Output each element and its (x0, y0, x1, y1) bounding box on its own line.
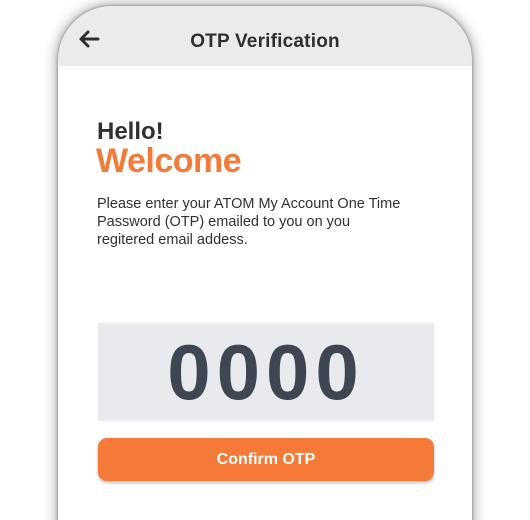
otp-value: 0000 (167, 328, 365, 416)
phone-mockup: OTP Verification Hello! Welcome Please e… (0, 0, 530, 520)
otp-input[interactable]: 0000 (98, 323, 434, 421)
page-title: OTP Verification (190, 31, 340, 52)
welcome-heading: Welcome (96, 142, 242, 180)
app-header: OTP Verification (58, 6, 472, 66)
confirm-otp-button[interactable]: Confirm OTP (98, 438, 434, 481)
otp-instructions: Please enter your ATOM My Account One Ti… (97, 196, 401, 248)
